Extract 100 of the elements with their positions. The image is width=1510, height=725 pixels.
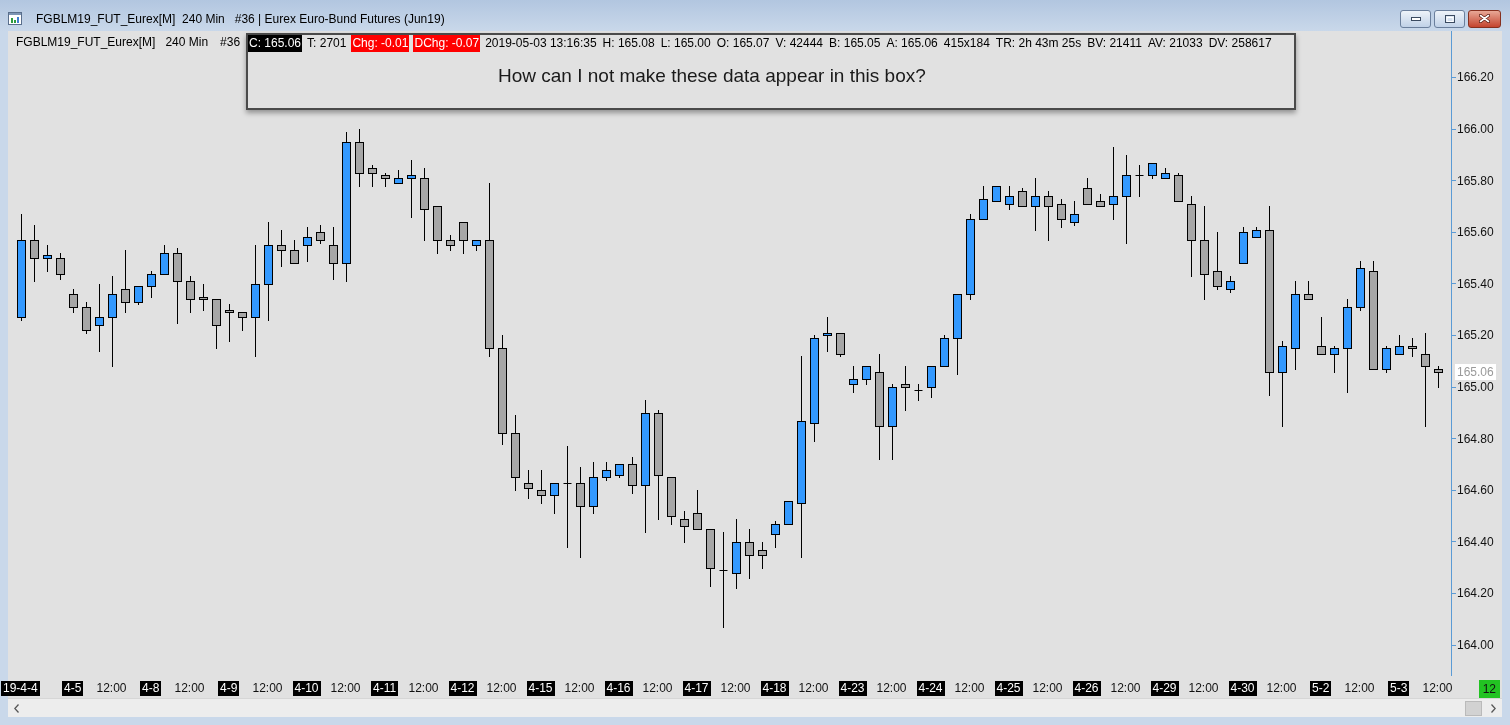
candlestick: [693, 489, 702, 531]
candlestick: [667, 476, 676, 526]
candlestick: [459, 221, 468, 255]
time-label: 12:00: [252, 681, 283, 696]
candlestick: [355, 128, 364, 188]
candlestick: [940, 334, 949, 368]
date-label: 4-17: [682, 681, 711, 696]
candlestick: [56, 252, 65, 281]
app-icon: [8, 12, 22, 25]
interval-label: 240 Min: [165, 34, 209, 51]
current-price-label: 165.06: [1455, 363, 1496, 380]
candlestick: [849, 365, 858, 394]
time-label: 12:00: [1266, 681, 1297, 696]
candlestick: [82, 301, 91, 335]
candlestick: [1174, 172, 1183, 203]
time-label: 12:00: [876, 681, 907, 696]
candlestick: [329, 226, 338, 281]
data-field: C: 165.06: [248, 35, 303, 52]
candlestick: [1161, 167, 1170, 180]
candlestick: [238, 311, 247, 332]
candlestick: [680, 510, 689, 544]
candlestick: [1382, 345, 1391, 374]
candlestick: [368, 164, 377, 188]
candlestick: [186, 275, 195, 314]
candlestick: [30, 224, 39, 283]
candlestick: [1057, 198, 1066, 229]
candlestick: [212, 298, 221, 350]
candlestick: [914, 383, 923, 402]
data-field: TR: 2h 43m 25s: [994, 35, 1083, 52]
data-field: BV: 21411: [1086, 35, 1143, 52]
candlestick: [615, 463, 624, 479]
data-field: T: 2701: [306, 35, 348, 52]
candlestick: [1304, 280, 1313, 301]
close-icon: [1479, 14, 1490, 23]
date-label: 4-15: [526, 681, 555, 696]
time-label: 12:00: [1188, 681, 1219, 696]
candlestick: [1317, 316, 1326, 356]
time-label: 12:00: [720, 681, 751, 696]
candlestick: [524, 469, 533, 500]
window-title: FGBLM19_FUT_Eurex[M] 240 Min #36 | Eurex Euro-Bund Futures (Jun19): [36, 10, 445, 27]
data-field: AV: 21033: [1146, 35, 1204, 52]
candlestick: [225, 303, 234, 343]
minimize-icon: [1410, 16, 1421, 21]
candlestick: [1031, 177, 1040, 232]
candlestick: [433, 205, 442, 255]
candlestick: [784, 500, 793, 526]
date-label: 4-26: [1072, 681, 1101, 696]
maximize-button[interactable]: [1434, 9, 1465, 28]
time-label: 12:00: [408, 681, 439, 696]
candlestick: [862, 365, 871, 386]
candlestick: [823, 316, 832, 353]
candlestick: [134, 285, 143, 306]
candlestick: [407, 159, 416, 219]
time-label: 12:00: [174, 681, 205, 696]
candlestick: [160, 244, 169, 276]
candlestick: [1213, 231, 1222, 291]
candlestick: [1226, 275, 1235, 294]
date-label: 4-11: [371, 681, 399, 696]
price-label: 164.80: [1452, 431, 1494, 446]
date-label: 4-16: [604, 681, 633, 696]
chevron-right-icon: [1491, 703, 1496, 713]
close-button[interactable]: [1468, 9, 1501, 28]
candlestick: [771, 520, 780, 549]
candlestick: [1252, 226, 1261, 239]
time-label: 12:00: [1422, 681, 1453, 696]
candlestick: [1148, 162, 1157, 180]
candlestick: [69, 288, 78, 314]
candlestick: [95, 283, 104, 353]
candlestick: [901, 365, 910, 412]
date-label: 19-4-4: [1, 681, 40, 696]
candlestick: [472, 239, 481, 252]
date-label: 5-2: [1310, 681, 1332, 696]
candlestick: [1044, 190, 1053, 242]
data-field: V: 42444: [774, 35, 825, 52]
candlestick: [1005, 185, 1014, 211]
candlestick: [1018, 187, 1027, 208]
candlestick: [303, 226, 312, 263]
bar-counter: 12: [1478, 680, 1500, 698]
candlestick: [199, 283, 208, 312]
data-field: H: 165.08: [601, 35, 656, 52]
time-label: 12:00: [1032, 681, 1063, 696]
time-label: 12:00: [96, 681, 127, 696]
data-field: 2019-05-03 13:16:35: [484, 35, 598, 52]
date-label: 4-25: [994, 681, 1023, 696]
data-field: B: 165.05: [828, 35, 882, 52]
candlestick: [537, 469, 546, 505]
minimize-button[interactable]: [1400, 9, 1431, 28]
candlestick: [602, 461, 611, 482]
maximize-icon: [1444, 14, 1455, 23]
candlestick: [1434, 365, 1443, 389]
candlestick: [628, 456, 637, 495]
date-label: 4-5: [62, 681, 84, 696]
candlestick: [992, 185, 1001, 203]
candlestick: [1070, 200, 1079, 227]
data-field: 415x184: [942, 35, 991, 52]
scroll-thumb[interactable]: [1465, 700, 1482, 716]
candlestick: [706, 528, 715, 588]
candlestick: [277, 229, 286, 268]
date-label: 4-29: [1150, 681, 1179, 696]
candlestick: [1239, 226, 1248, 265]
